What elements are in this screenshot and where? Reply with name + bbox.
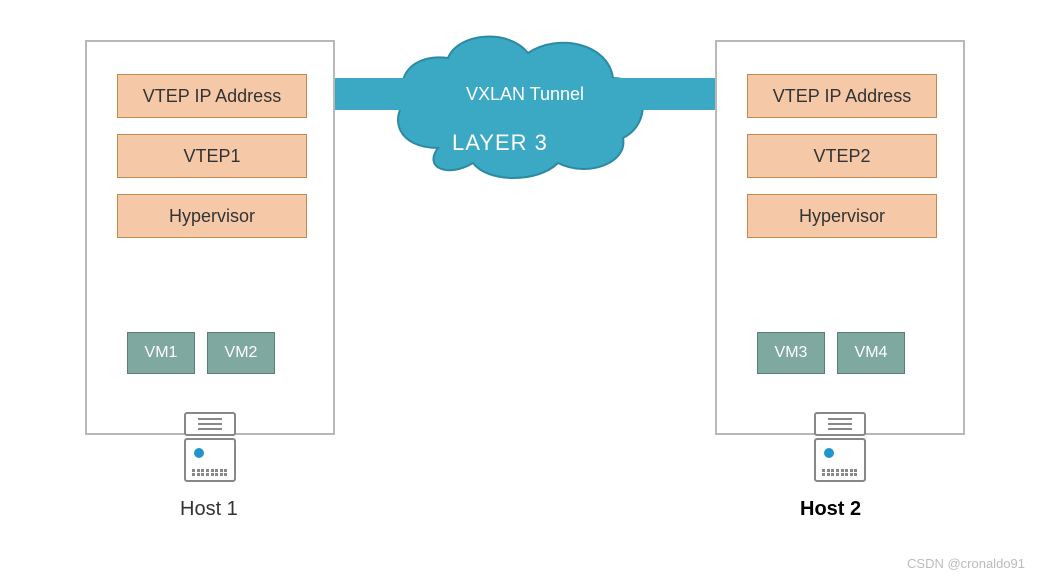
host1-label: Host 1 xyxy=(180,498,238,521)
host2-label: Host 2 xyxy=(800,498,861,521)
host1-hypervisor-label: Hypervisor xyxy=(169,206,255,227)
host1-vtep-box: VTEP1 xyxy=(117,134,307,178)
host2-vtep-label: VTEP2 xyxy=(813,146,870,167)
vxlan-tunnel-label: VXLAN Tunnel xyxy=(466,84,584,105)
host1-vtep-label: VTEP1 xyxy=(183,146,240,167)
server-bottom-icon xyxy=(814,438,866,482)
vxlan-tunnel-bar: VXLAN Tunnel xyxy=(335,78,715,110)
host-1-container: VTEP IP Address VTEP1 Hypervisor VM1 VM2 xyxy=(85,40,335,435)
server-bottom-icon xyxy=(184,438,236,482)
host2-vm4-label: VM4 xyxy=(855,344,888,362)
host1-vtep-ip-box: VTEP IP Address xyxy=(117,74,307,118)
host2-vtep-ip-label: VTEP IP Address xyxy=(773,86,911,107)
host1-vm1-label: VM1 xyxy=(145,344,178,362)
host1-server-icon xyxy=(184,412,236,482)
layer3-label: LAYER 3 xyxy=(452,130,548,156)
host2-vm3-box: VM3 xyxy=(757,332,825,374)
host1-vm1-box: VM1 xyxy=(127,332,195,374)
host2-server-icon xyxy=(814,412,866,482)
host1-vm2-label: VM2 xyxy=(225,344,258,362)
host2-vm4-box: VM4 xyxy=(837,332,905,374)
host-2-container: VTEP IP Address VTEP2 Hypervisor VM3 VM4 xyxy=(715,40,965,435)
host2-vtep-ip-box: VTEP IP Address xyxy=(747,74,937,118)
host2-hypervisor-label: Hypervisor xyxy=(799,206,885,227)
host1-hypervisor-box: Hypervisor xyxy=(117,194,307,238)
host1-vtep-ip-label: VTEP IP Address xyxy=(143,86,281,107)
server-top-icon xyxy=(184,412,236,436)
host2-hypervisor-box: Hypervisor xyxy=(747,194,937,238)
host2-vm3-label: VM3 xyxy=(775,344,808,362)
host2-vtep-box: VTEP2 xyxy=(747,134,937,178)
watermark: CSDN @cronaldo91 xyxy=(907,556,1025,571)
host1-vm2-box: VM2 xyxy=(207,332,275,374)
server-top-icon xyxy=(814,412,866,436)
